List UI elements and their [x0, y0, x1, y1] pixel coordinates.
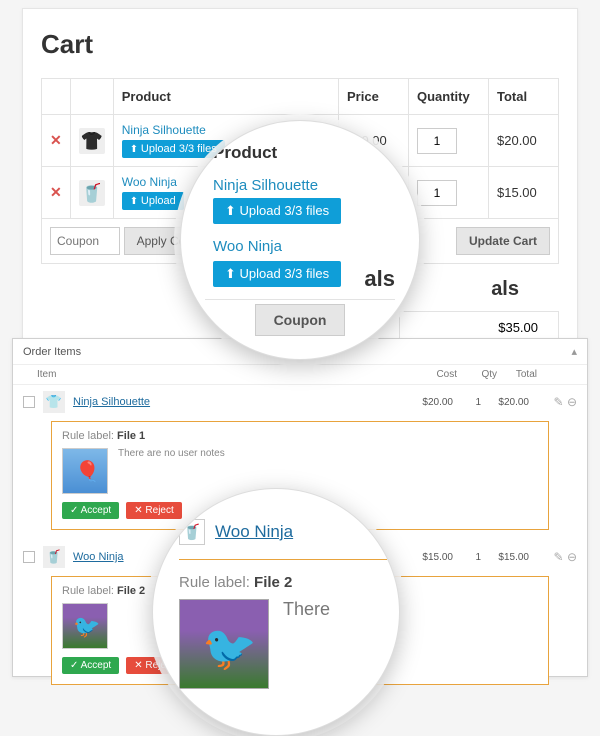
delete-icon[interactable]: ⊖	[567, 550, 577, 564]
magnifier-lens: Product Ninja Silhouette Upload 3/3 file…	[180, 120, 420, 360]
collapse-icon[interactable]: ▴	[571, 345, 577, 358]
cost-cell: $20.00	[413, 397, 453, 408]
qty-cell: 1	[461, 397, 481, 408]
user-notes: There are no user notes	[118, 448, 225, 459]
cost-cell: $15.00	[413, 552, 453, 563]
product-link[interactable]: Woo Ninja	[215, 522, 293, 542]
col-total: Total	[489, 79, 559, 115]
update-cart-button[interactable]: Update Cart	[456, 227, 550, 255]
uploaded-image-thumb[interactable]	[179, 599, 269, 689]
accept-button[interactable]: Accept	[62, 657, 119, 674]
product-thumb[interactable]	[79, 128, 105, 154]
total-cell: $15.00	[489, 552, 529, 563]
col-cost: Cost	[417, 369, 457, 380]
accept-button[interactable]: Accept	[62, 502, 119, 519]
delete-icon[interactable]: ⊖	[567, 395, 577, 409]
lens-header: Product	[213, 143, 395, 163]
row-checkbox[interactable]	[23, 396, 35, 408]
total-cell: $20.00	[489, 397, 529, 408]
magnifier-lens: 🥤 Woo Ninja Rule label: File 2 There	[152, 488, 400, 736]
total-cell: $15.00	[489, 167, 559, 219]
col-price: Price	[339, 79, 409, 115]
qty-cell: 1	[461, 552, 481, 563]
product-link[interactable]: Ninja Silhouette	[205, 177, 395, 194]
upload-button[interactable]: Upload	[122, 192, 184, 210]
order-line: 👕 Ninja Silhouette $20.00 1 $20.00 ✎ ⊖	[13, 385, 587, 417]
upload-button[interactable]: Upload 3/3 files	[213, 261, 341, 287]
edit-icon[interactable]: ✎	[554, 395, 564, 409]
uploaded-image-thumb[interactable]	[62, 448, 108, 494]
upload-button[interactable]: Upload 3/3 files	[213, 198, 341, 224]
product-thumb[interactable]: 🥤	[43, 546, 65, 568]
col-qty: Qty	[457, 369, 497, 380]
uploaded-image-thumb[interactable]	[62, 603, 108, 649]
panel-title: Order Items	[23, 346, 81, 358]
rule-label: Rule label: File 2	[179, 574, 387, 591]
edit-icon[interactable]: ✎	[554, 550, 564, 564]
product-thumb[interactable]	[79, 180, 105, 206]
col-qty: Quantity	[409, 79, 489, 115]
quantity-input[interactable]	[417, 180, 457, 206]
quantity-input[interactable]	[417, 128, 457, 154]
row-checkbox[interactable]	[23, 551, 35, 563]
coupon-input[interactable]	[50, 227, 120, 255]
upload-button[interactable]: Upload 3/3 files	[122, 140, 225, 158]
total-cell: $20.00	[489, 115, 559, 167]
rule-label: Rule label: File 1	[62, 430, 538, 442]
col-total: Total	[497, 369, 537, 380]
remove-icon[interactable]: ✕	[50, 132, 62, 148]
col-item: Item	[37, 369, 56, 380]
product-link[interactable]: Woo Ninja	[205, 238, 395, 255]
remove-icon[interactable]: ✕	[50, 184, 62, 200]
totals-fragment: als	[364, 266, 395, 292]
page-title: Cart	[41, 29, 559, 60]
coupon-button[interactable]: Coupon	[255, 304, 346, 336]
user-notes-fragment: There	[283, 599, 330, 620]
product-link[interactable]: Ninja Silhouette	[73, 396, 405, 408]
col-product: Product	[113, 79, 338, 115]
reject-button[interactable]: Reject	[126, 502, 182, 519]
product-thumb[interactable]: 👕	[43, 391, 65, 413]
